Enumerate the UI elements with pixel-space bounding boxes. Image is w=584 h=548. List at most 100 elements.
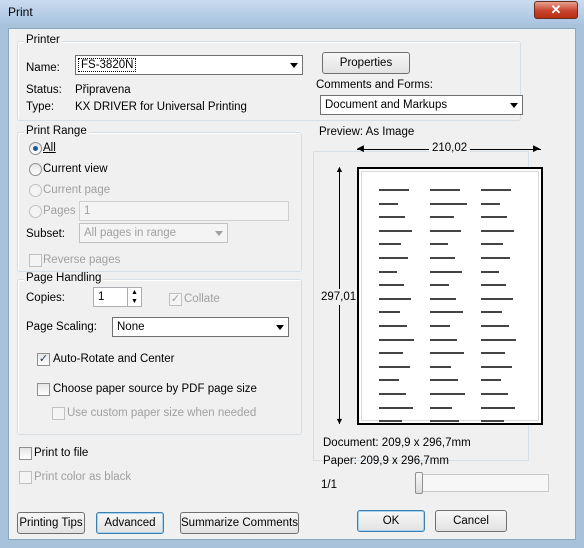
preview-text-line <box>430 420 470 423</box>
dialog-body: Printer Name: FS-3820N Status: Připraven… <box>8 28 576 540</box>
preview-text-line <box>379 420 419 423</box>
preview-text-line <box>430 406 470 417</box>
copies-value: 1 <box>98 291 105 303</box>
arrow-right-icon: ▶ <box>533 143 540 153</box>
auto-rotate-checkbox[interactable]: ✓ <box>37 353 50 366</box>
printer-name-value: FS-3820N <box>78 58 137 72</box>
current-view-radio[interactable] <box>29 163 42 176</box>
cancel-button[interactable]: Cancel <box>435 510 507 532</box>
preview-text-line <box>379 379 419 389</box>
paper-source-label: Choose paper source by PDF page size <box>53 383 257 395</box>
comments-forms-label: Comments and Forms: <box>316 79 433 91</box>
preview-text-line <box>379 365 419 376</box>
preview-text-line <box>430 379 470 389</box>
preview-text-line <box>481 270 521 281</box>
preview-text-line <box>379 216 419 226</box>
arrow-up-icon: ▲ <box>335 164 344 174</box>
window-title: Print <box>8 5 33 19</box>
preview-text-column <box>379 185 419 423</box>
paper-size: Paper: 209,9 x 296,7mm <box>323 455 449 467</box>
preview-text-line <box>379 243 419 253</box>
preview-text-line <box>481 189 521 199</box>
page-scaling-label: Page Scaling: <box>26 321 97 333</box>
page-slider-thumb[interactable] <box>415 472 423 494</box>
preview-text-line <box>430 256 470 267</box>
type-value: KX DRIVER for Universal Printing <box>75 101 247 113</box>
current-page-radio[interactable] <box>29 184 42 197</box>
status-label: Status: <box>26 84 62 96</box>
preview-text-line <box>430 243 470 253</box>
preview-text-line <box>430 229 470 240</box>
preview-text-line <box>379 311 419 321</box>
preview-text-line <box>379 392 419 403</box>
pages-input[interactable]: 1 <box>79 201 289 221</box>
ok-button[interactable]: OK <box>357 510 425 532</box>
printing-tips-button[interactable]: Printing Tips <box>17 512 85 534</box>
preview-text-line <box>430 365 470 376</box>
preview-text-line <box>379 297 419 308</box>
preview-text-line <box>379 324 419 335</box>
print-range-label: Print Range <box>24 125 89 137</box>
height-value: 297,01 <box>321 289 357 305</box>
decrement-icon[interactable]: ▼ <box>127 297 141 306</box>
preview-text-line <box>379 352 419 362</box>
preview-text-line <box>430 189 470 199</box>
custom-size-checkbox[interactable] <box>52 407 65 420</box>
preview-text-line <box>379 406 419 417</box>
pages-radio[interactable] <box>29 205 42 218</box>
advanced-button[interactable]: Advanced <box>96 512 164 534</box>
preview-text-line <box>430 311 470 321</box>
reverse-pages-checkbox[interactable] <box>29 254 42 267</box>
preview-text-line <box>481 406 521 417</box>
width-value: 210,02 <box>429 142 471 154</box>
chevron-down-icon <box>276 325 284 330</box>
print-color-black-checkbox[interactable] <box>19 471 32 484</box>
preview-text-line <box>481 229 521 240</box>
print-to-file-checkbox[interactable] <box>19 447 32 460</box>
collate-checkbox[interactable]: ✓ <box>169 293 182 306</box>
preview-text-column <box>430 185 470 423</box>
preview-text-column <box>481 185 521 423</box>
comments-forms-select[interactable]: Document and Markups <box>320 95 523 115</box>
page-scaling-select[interactable]: None <box>112 317 289 337</box>
preview-text-line <box>481 284 521 294</box>
print-dialog: Print ✕ Printer Name: FS-3820N Status: P… <box>0 0 584 548</box>
close-button[interactable]: ✕ <box>534 1 578 19</box>
status-value: Připravena <box>75 84 131 96</box>
subset-value: All pages in range <box>84 227 177 239</box>
reverse-pages-label: Reverse pages <box>43 254 121 266</box>
comments-forms-value: Document and Markups <box>325 99 448 111</box>
auto-rotate-label: Auto-Rotate and Center <box>53 353 175 365</box>
chevron-down-icon <box>290 63 298 68</box>
subset-select[interactable]: All pages in range <box>79 223 228 243</box>
all-radio[interactable] <box>29 142 42 155</box>
type-label: Type: <box>26 101 55 113</box>
print-to-file-label: Print to file <box>34 447 89 459</box>
printer-name-select[interactable]: FS-3820N <box>75 55 303 75</box>
document-size: Document: 209,9 x 296,7mm <box>323 437 471 449</box>
preview-text-line <box>379 189 419 199</box>
copies-stepper[interactable]: 1 ▲ ▼ <box>93 287 142 307</box>
preview-text-line <box>481 243 521 253</box>
preview-text-line <box>481 324 521 335</box>
preview-text-line <box>430 270 470 281</box>
summarize-comments-button[interactable]: Summarize Comments <box>180 512 299 534</box>
current-page-label: Current page <box>43 184 111 196</box>
title-bar[interactable]: Print ✕ <box>0 0 584 24</box>
preview-text-line <box>481 352 521 362</box>
preview-text-line <box>481 216 521 226</box>
preview-text-line <box>481 420 521 423</box>
preview-text-line <box>379 338 419 349</box>
increment-icon[interactable]: ▲ <box>127 288 141 297</box>
preview-text-line <box>379 202 419 213</box>
chevron-down-icon <box>215 231 223 236</box>
preview-text-line <box>481 202 521 213</box>
page-slider[interactable] <box>415 474 549 492</box>
properties-button[interactable]: Properties <box>322 52 410 74</box>
preview-text-line <box>430 392 470 403</box>
paper-source-checkbox[interactable] <box>37 383 50 396</box>
preview-text-line <box>481 311 521 321</box>
current-view-label: Current view <box>43 163 108 175</box>
arrow-down-icon: ▼ <box>335 416 344 426</box>
custom-size-label: Use custom paper size when needed <box>67 407 257 419</box>
